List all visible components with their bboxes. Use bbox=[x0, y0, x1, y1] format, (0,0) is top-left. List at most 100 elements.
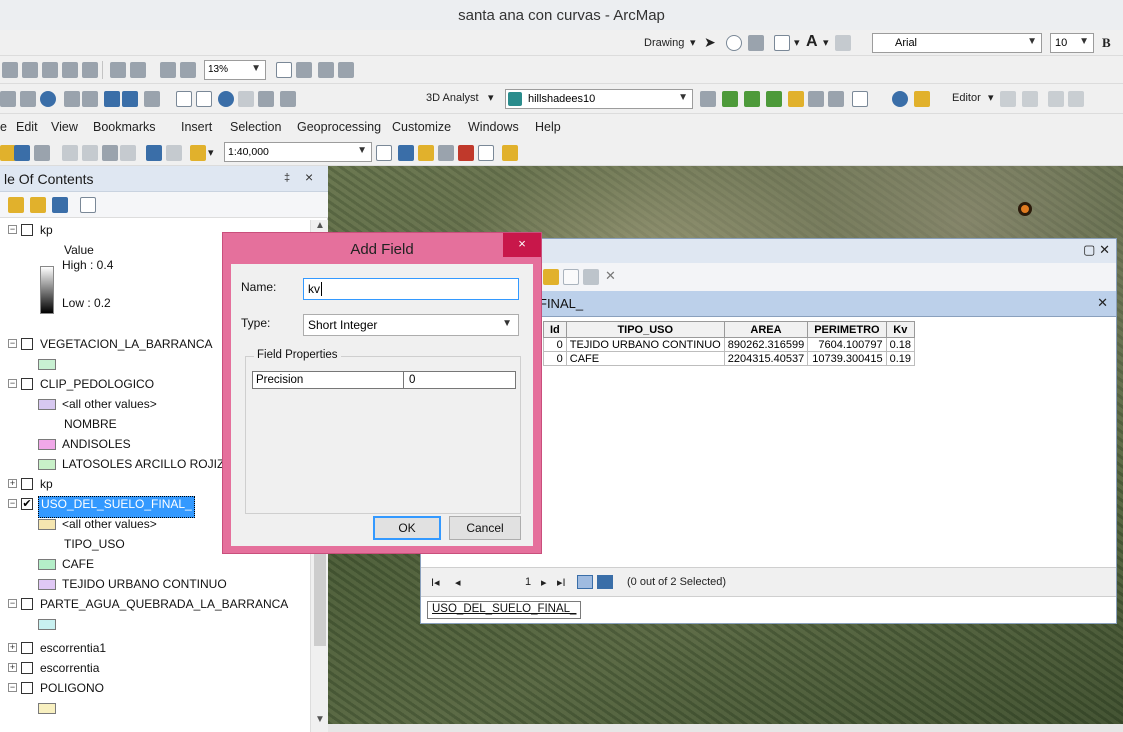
menu-selection[interactable]: Selection bbox=[230, 120, 281, 134]
maximize-icon[interactable]: ▢ bbox=[1083, 242, 1095, 257]
fixed-zoom-in-tool-icon[interactable] bbox=[64, 91, 80, 107]
legend-swatch[interactable] bbox=[38, 439, 56, 450]
delete-icon[interactable] bbox=[120, 145, 136, 161]
close-icon[interactable]: × bbox=[305, 169, 313, 185]
table-cell[interactable]: 2204315.40537 bbox=[723, 351, 809, 366]
legend-swatch[interactable] bbox=[38, 703, 56, 714]
precision-value[interactable]: 0 bbox=[409, 374, 415, 386]
pin-icon[interactable]: ‡ bbox=[284, 172, 290, 184]
go-back-icon[interactable] bbox=[104, 91, 120, 107]
fixed-zoom-out-tool-icon[interactable] bbox=[82, 91, 98, 107]
table-sheet-tab[interactable]: USO_DEL_SUELO_FINAL_ bbox=[427, 601, 582, 619]
layer-row-parte-agua[interactable]: − PARTE_AGUA_QUEBRADA_LA_BARRANCA bbox=[0, 594, 310, 614]
menu-edit[interactable]: Edit bbox=[16, 120, 38, 134]
layer-label[interactable]: POLIGONO bbox=[40, 681, 104, 695]
delete-selected-icon[interactable]: ✕ bbox=[605, 268, 616, 284]
menu-view[interactable]: View bbox=[51, 120, 78, 134]
full-extent-icon[interactable] bbox=[40, 91, 56, 107]
menu-customize[interactable]: Customize bbox=[392, 120, 451, 134]
zoom-in-page-icon[interactable] bbox=[2, 62, 18, 78]
fixed-zoom-out-icon[interactable] bbox=[130, 62, 146, 78]
precision-property-row[interactable]: Precision 0 bbox=[252, 371, 516, 389]
los-icon[interactable] bbox=[852, 91, 868, 107]
select-features-icon[interactable] bbox=[144, 91, 160, 107]
hyperlink-icon[interactable] bbox=[238, 91, 254, 107]
close-button[interactable]: × bbox=[503, 233, 541, 257]
map-scale-select[interactable]: 1:40,000 ▼ bbox=[224, 142, 372, 162]
end-point-arc-icon[interactable] bbox=[1068, 91, 1084, 107]
expand-icon[interactable]: + bbox=[8, 663, 17, 672]
fixed-zoom-in-icon[interactable] bbox=[110, 62, 126, 78]
column-header[interactable]: AREA bbox=[723, 321, 809, 338]
table-cell[interactable]: 10739.300415 bbox=[807, 351, 887, 366]
interpolate-line-icon[interactable] bbox=[700, 91, 716, 107]
options-icon[interactable] bbox=[80, 197, 96, 213]
layer-visibility-checkbox[interactable] bbox=[21, 224, 33, 236]
layer-label[interactable]: PARTE_AGUA_QUEBRADA_LA_BARRANCA bbox=[40, 597, 288, 611]
table-cell[interactable]: 0.18 bbox=[885, 337, 916, 352]
layer-visibility-checkbox[interactable] bbox=[21, 682, 33, 694]
menu-insert[interactable]: Insert bbox=[181, 120, 212, 134]
font-size-select[interactable]: 10 ▼ bbox=[1050, 33, 1094, 53]
3d-analyst-dropdown-icon[interactable]: ▾ bbox=[488, 91, 494, 104]
change-layout-icon[interactable] bbox=[318, 62, 334, 78]
collapse-icon[interactable]: − bbox=[8, 683, 17, 692]
layer-visibility-checkbox[interactable] bbox=[21, 478, 33, 490]
menu-file[interactable]: e bbox=[0, 120, 7, 134]
legend-swatch[interactable] bbox=[38, 619, 56, 630]
legend-swatch[interactable] bbox=[38, 459, 56, 470]
zoom-out-icon[interactable] bbox=[0, 91, 16, 107]
editor-menu[interactable]: Editor bbox=[952, 92, 981, 104]
undo-icon[interactable] bbox=[146, 145, 162, 161]
layer-label[interactable]: CLIP_PEDOLOGICO bbox=[40, 377, 154, 391]
rectangle-dropdown-icon[interactable]: ▾ bbox=[794, 36, 800, 49]
drawing-dropdown-arrow-icon[interactable]: ▾ bbox=[690, 36, 696, 49]
column-header[interactable]: Kv bbox=[885, 321, 916, 338]
collapse-icon[interactable]: − bbox=[8, 599, 17, 608]
close-tab-icon[interactable]: ✕ bbox=[1097, 295, 1108, 311]
select-elements-icon[interactable]: ➤ bbox=[704, 34, 716, 51]
search-globe-icon[interactable] bbox=[914, 91, 930, 107]
print-icon[interactable] bbox=[34, 145, 50, 161]
html-popup-icon[interactable] bbox=[258, 91, 274, 107]
paste-icon[interactable] bbox=[102, 145, 118, 161]
cut-icon[interactable] bbox=[62, 145, 78, 161]
scroll-up-icon[interactable]: ▲ bbox=[315, 220, 325, 231]
legend-swatch[interactable] bbox=[38, 399, 56, 410]
edit-annotation-icon[interactable] bbox=[1022, 91, 1038, 107]
toggle-draft-mode-icon[interactable] bbox=[276, 62, 292, 78]
expand-icon[interactable]: + bbox=[8, 643, 17, 652]
table-cell[interactable]: TEJIDO URBANO CONTINUO bbox=[565, 337, 725, 352]
zoom-100-icon[interactable] bbox=[62, 62, 78, 78]
identify-icon[interactable] bbox=[218, 91, 234, 107]
collapse-icon[interactable]: − bbox=[8, 225, 17, 234]
type-select[interactable]: Short Integer ▼ bbox=[303, 314, 519, 336]
contour-icon[interactable] bbox=[744, 91, 760, 107]
table-row[interactable]: 0 TEJIDO URBANO CONTINUO 890262.316599 7604… bbox=[543, 337, 916, 352]
clear-selection-icon[interactable] bbox=[176, 91, 192, 107]
layer-visibility-checkbox[interactable] bbox=[21, 662, 33, 674]
redo-icon[interactable] bbox=[166, 145, 182, 161]
legend-swatch[interactable] bbox=[38, 579, 56, 590]
rotate-icon[interactable] bbox=[726, 35, 742, 51]
collapse-icon[interactable]: − bbox=[8, 379, 17, 388]
layer-row-poligono[interactable]: − POLIGONO bbox=[0, 678, 310, 698]
data-driven-pages-icon[interactable] bbox=[338, 62, 354, 78]
python-window-icon[interactable] bbox=[478, 145, 494, 161]
spline-text-icon[interactable] bbox=[835, 35, 851, 51]
list-by-visibility-icon[interactable] bbox=[52, 197, 68, 213]
layer-select[interactable]: hillshadees10 ▼ bbox=[505, 89, 693, 109]
layer-visibility-checkbox[interactable] bbox=[21, 338, 33, 350]
select-elements-tool-icon[interactable] bbox=[196, 91, 212, 107]
column-header[interactable]: PERIMETRO bbox=[807, 321, 887, 338]
table-cell[interactable]: CAFE bbox=[565, 351, 725, 366]
layer-visibility-checkbox[interactable] bbox=[21, 378, 33, 390]
bold-button[interactable]: B bbox=[1102, 35, 1111, 51]
table-cell[interactable]: 0.19 bbox=[885, 351, 916, 366]
rectangle-icon[interactable] bbox=[774, 35, 790, 51]
cancel-button[interactable]: Cancel bbox=[449, 516, 521, 540]
table-row[interactable]: 0 CAFE 2204315.40537 10739.300415 0.19 bbox=[543, 351, 916, 366]
zoom-whole-icon[interactable] bbox=[82, 62, 98, 78]
next-record-icon[interactable]: ▸ bbox=[541, 576, 547, 589]
column-header[interactable]: TIPO_USO bbox=[565, 321, 725, 338]
